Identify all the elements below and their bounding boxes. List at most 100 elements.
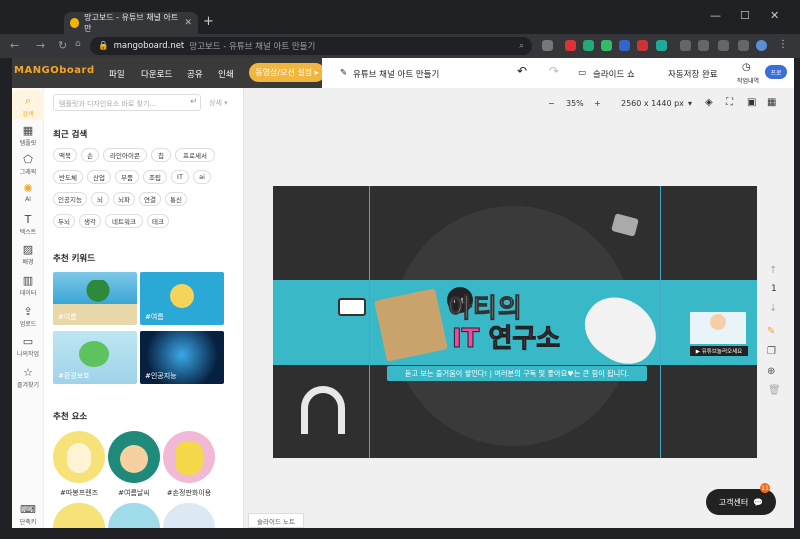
- recent-search-chip[interactable]: 두뇌: [53, 214, 75, 228]
- element-thumb-hand[interactable]: [163, 431, 215, 483]
- sidebar-item-favorites[interactable]: ☆ 즐겨찾기: [12, 366, 44, 389]
- text-icon: T: [24, 213, 32, 226]
- keyword-thumb-summer2[interactable]: #여름: [140, 272, 224, 325]
- pages-icon[interactable]: ▦: [767, 97, 776, 108]
- detail-search-button[interactable]: 상세 ▾: [209, 98, 228, 108]
- undo-icon[interactable]: ↶: [517, 64, 527, 78]
- sidebar-item-ai[interactable]: ✺ AI: [12, 182, 44, 203]
- extension-icon[interactable]: [718, 40, 729, 51]
- recent-search-chip[interactable]: 조립: [143, 170, 167, 184]
- recent-search-chip[interactable]: ai: [193, 170, 211, 184]
- palm-tree-image: [83, 280, 113, 314]
- profile-avatar[interactable]: [756, 40, 767, 51]
- zoom-search-icon[interactable]: ⌕: [519, 41, 524, 51]
- zoom-out-icon[interactable]: −: [548, 99, 555, 108]
- minimize-icon[interactable]: —: [710, 9, 721, 22]
- sidebar-item-background[interactable]: ▨ 배경: [12, 243, 44, 266]
- redo-icon[interactable]: ↷: [549, 64, 559, 78]
- menu-download[interactable]: 다운로드: [141, 68, 172, 80]
- extension-icon[interactable]: [565, 40, 576, 51]
- grid-icon[interactable]: ▣: [747, 97, 756, 108]
- recent-search-chip[interactable]: 뇌파: [113, 192, 135, 206]
- recent-search-chip[interactable]: 칩: [151, 148, 171, 162]
- recent-search-chip[interactable]: 인공지능: [53, 192, 87, 206]
- close-tab-icon[interactable]: ✕: [184, 18, 192, 28]
- page-up-icon[interactable]: ↑: [769, 265, 777, 276]
- sidebar-item-upload[interactable]: ⇪ 업로드: [12, 305, 44, 328]
- recent-search-chip[interactable]: 프로세서: [175, 148, 215, 162]
- element-thumb-thumbs[interactable]: [53, 431, 105, 483]
- extension-icon[interactable]: [680, 40, 691, 51]
- search-input[interactable]: 템플릿과 디자인요소 바로 찾기...: [53, 94, 201, 111]
- user-badge[interactable]: 프로: [765, 65, 787, 79]
- extension-icon[interactable]: [656, 40, 667, 51]
- duplicate-page-icon[interactable]: ❐: [767, 346, 776, 357]
- menu-print[interactable]: 인쇄: [218, 68, 234, 80]
- size-dropdown-icon[interactable]: ▾: [688, 99, 692, 108]
- puzzle-icon[interactable]: [738, 40, 749, 51]
- sidebar-item-data[interactable]: ▥ 데이터: [12, 274, 44, 297]
- extension-icon[interactable]: [619, 40, 630, 51]
- element-thumb-summer[interactable]: [108, 431, 160, 483]
- clear-search-icon[interactable]: ↵: [190, 97, 198, 107]
- recent-search-chip[interactable]: 산업: [87, 170, 111, 184]
- home-icon[interactable]: ⌂: [75, 39, 81, 49]
- sidebar-item-graphic[interactable]: ⬠ 그래픽: [12, 153, 44, 176]
- recent-search-chip[interactable]: 라인아이콘: [103, 148, 147, 162]
- sidebar-item-text[interactable]: T 텍스트: [12, 213, 44, 236]
- recent-search-chip[interactable]: 연결: [139, 192, 161, 206]
- palette-icon[interactable]: ✎: [767, 326, 775, 337]
- page-down-icon[interactable]: ↓: [769, 303, 777, 314]
- menu-share[interactable]: 공유: [187, 68, 203, 80]
- zoom-in-icon[interactable]: +: [594, 99, 601, 108]
- recent-search-chip[interactable]: 뇌: [91, 192, 109, 206]
- video-motion-button[interactable]: 동영상/모션 설정 ▸: [249, 63, 325, 82]
- recent-search-chip[interactable]: 부품: [115, 170, 139, 184]
- new-tab-icon[interactable]: +: [203, 14, 214, 29]
- character-image: [120, 445, 148, 473]
- recent-search-chip[interactable]: 반도체: [53, 170, 83, 184]
- extension-icon[interactable]: [542, 40, 553, 51]
- sidebar-item-shortcuts[interactable]: ⌨ 단축키: [12, 503, 44, 526]
- recent-search-chip[interactable]: 손: [81, 148, 99, 162]
- extension-icon[interactable]: [583, 40, 594, 51]
- close-window-icon[interactable]: ✕: [770, 9, 779, 22]
- layers-icon[interactable]: ◈: [705, 97, 713, 108]
- recent-search-chip[interactable]: 테크: [147, 214, 169, 228]
- mango-logo[interactable]: MANGOboard: [14, 65, 95, 76]
- document-title[interactable]: 유튜브 채널 아트 만들기: [353, 68, 439, 80]
- recent-search-chip[interactable]: IT: [171, 170, 189, 184]
- extension-icon[interactable]: [637, 40, 648, 51]
- history-label[interactable]: 작업내역: [737, 76, 759, 85]
- canvas-size[interactable]: 2560 x 1440 px: [621, 99, 684, 108]
- delete-page-icon[interactable]: 🗑: [768, 385, 781, 396]
- extension-icon[interactable]: [601, 40, 612, 51]
- keyword-thumb-ai[interactable]: #인공지능: [140, 331, 224, 384]
- slideshow-button[interactable]: 슬라이드 쇼: [593, 68, 635, 80]
- forward-icon[interactable]: →: [36, 39, 45, 52]
- sidebar-item-search[interactable]: ⌕ 검색: [12, 90, 44, 120]
- zoom-level[interactable]: 35%: [566, 99, 584, 108]
- tab-title: 망고보드 - 유튜브 채널 아트 만: [84, 13, 179, 33]
- recent-search-chip[interactable]: 액북: [53, 148, 77, 162]
- menu-dots-icon[interactable]: ⋮: [778, 39, 788, 50]
- sidebar-item-template[interactable]: ▦ 템플릿: [12, 124, 44, 147]
- url-bar[interactable]: 🔒 mangoboard.net 망고보드 - 유튜브 채널 아트 만들기 ⌕: [90, 37, 532, 55]
- back-icon[interactable]: ←: [10, 39, 19, 52]
- keyword-thumb-environment[interactable]: #환경보호: [53, 331, 137, 384]
- sidebar-item-myworks[interactable]: ▭ 나의작업: [12, 335, 44, 358]
- folder-icon: ▭: [22, 335, 34, 348]
- fit-icon[interactable]: ⛶: [726, 97, 733, 108]
- recent-search-chip[interactable]: 생각: [79, 214, 101, 228]
- keyword-thumb-summer[interactable]: #여름: [53, 272, 137, 325]
- extension-icon[interactable]: [698, 40, 709, 51]
- recent-search-chip[interactable]: 통신: [165, 192, 187, 206]
- browser-tab[interactable]: 망고보드 - 유튜브 채널 아트 만 ✕: [64, 12, 198, 34]
- add-page-icon[interactable]: ⊕: [767, 366, 775, 377]
- slide-note-button[interactable]: 슬라이드 노트: [248, 513, 304, 528]
- reload-icon[interactable]: ↻: [58, 39, 67, 52]
- maximize-icon[interactable]: ☐: [740, 9, 750, 22]
- recent-search-chip[interactable]: 네트워크: [105, 214, 143, 228]
- menu-file[interactable]: 파일: [109, 68, 125, 80]
- history-icon[interactable]: ◷: [742, 62, 751, 73]
